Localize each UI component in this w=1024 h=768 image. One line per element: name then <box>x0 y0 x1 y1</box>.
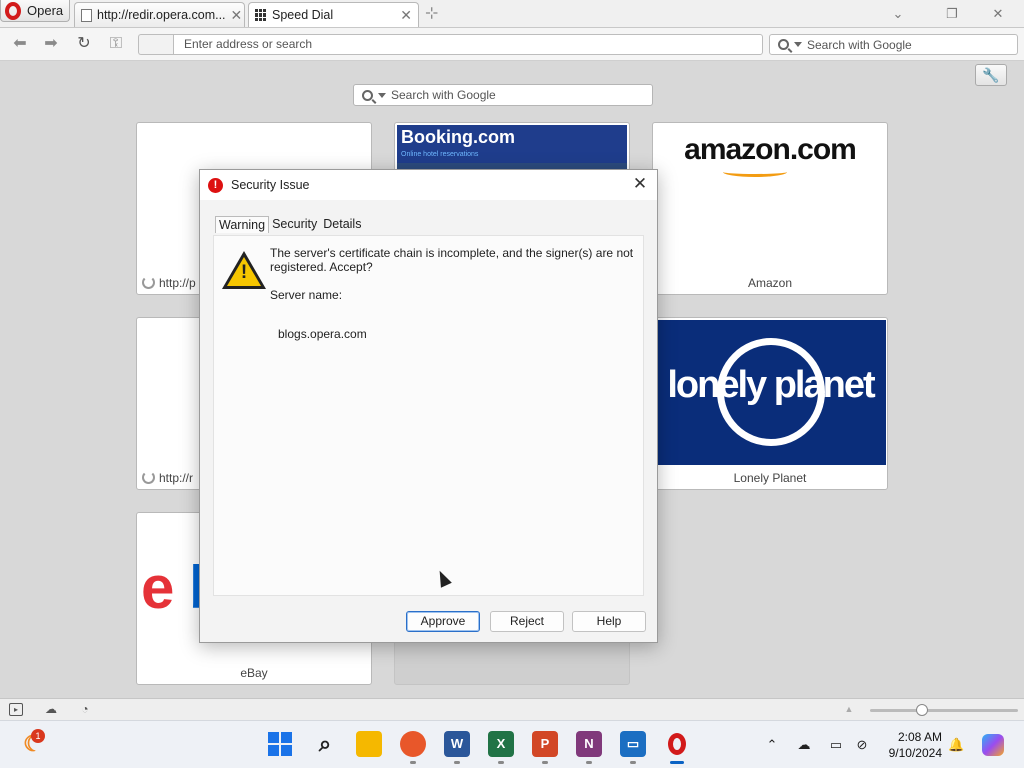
amazon-logo: amazon.com <box>684 133 857 166</box>
restore-window-icon[interactable]: ❐ <box>942 4 962 24</box>
dialog-title: Security Issue <box>231 178 310 192</box>
taskbar: ☾ 1 ⌕ W X P N ▭ ⌃ ☁ ▭ ⊘ 2:08 AM 9/10/202… <box>0 720 1024 768</box>
tab-redirect[interactable]: http://redir.opera.com... ✕ <box>74 2 245 27</box>
system-clock[interactable]: 2:08 AM 9/10/2024 <box>882 729 942 761</box>
navigation-bar: ⬅ ➡ ↻ ⚿ Enter address or search Search w… <box>0 28 1024 61</box>
lonely-planet-thumbnail: lonely planet <box>655 320 886 465</box>
wrench-icon[interactable]: 🔧 <box>975 64 1007 86</box>
tab-speed-dial[interactable]: Speed Dial ✕ <box>248 2 419 27</box>
close-icon[interactable]: ✕ <box>631 175 649 193</box>
onenote-icon[interactable]: N <box>576 731 602 757</box>
search-icon <box>778 39 789 50</box>
speed-dial-tile-amazon[interactable]: amazon.com Amazon <box>652 122 888 295</box>
close-window-icon[interactable]: ✕ <box>988 4 1008 24</box>
word-icon[interactable]: W <box>444 731 470 757</box>
running-indicator <box>586 761 592 764</box>
reject-button[interactable]: Reject <box>490 611 564 632</box>
speed-dial-tile-lonely-planet[interactable]: lonely planet Lonely Planet <box>652 317 888 490</box>
zoom-slider[interactable] <box>870 709 1018 712</box>
opera-logo-icon <box>5 1 21 20</box>
reload-icon[interactable]: ↻ <box>73 34 95 54</box>
tile-label: eBay <box>240 666 268 680</box>
booking-logo: Booking.com Online hotel reservations <box>397 125 627 163</box>
back-icon[interactable]: ⬅ <box>9 34 31 54</box>
notification-bell-icon[interactable]: 🔔 <box>948 737 964 753</box>
tab-security[interactable]: Security <box>269 216 320 233</box>
security-alert-icon: ! <box>208 177 223 193</box>
tile-label: Lonely Planet <box>733 471 807 485</box>
chevron-up-icon[interactable]: ⌃ <box>764 737 780 753</box>
chevron-down-icon[interactable] <box>378 92 386 98</box>
status-bar: ▸ ☁ ◔ ▲ <box>0 698 1024 720</box>
chevron-down-icon[interactable] <box>794 42 802 47</box>
windows-start-icon[interactable] <box>268 731 294 757</box>
opera-taskbar-icon[interactable] <box>664 731 690 757</box>
display-icon[interactable]: ▭ <box>828 737 844 753</box>
help-button[interactable]: Help <box>572 611 646 632</box>
tab-title: Speed Dial <box>272 8 334 22</box>
opera-menu-button[interactable]: Opera <box>0 0 70 22</box>
site-info-button[interactable] <box>138 34 174 55</box>
panel-toggle-icon[interactable]: ▸ <box>9 703 23 716</box>
new-tab-icon[interactable]: ⊹ <box>425 6 441 22</box>
zoom-slider-thumb[interactable] <box>916 704 928 716</box>
tab-bar: Opera http://redir.opera.com... ✕ Speed … <box>0 0 1024 28</box>
onedrive-offline-icon[interactable]: ☁ <box>796 737 812 753</box>
firefox-icon[interactable] <box>400 731 426 757</box>
key-icon[interactable]: ⚿ <box>105 34 127 54</box>
network-icon[interactable]: ⊘ <box>854 737 870 753</box>
warning-panel: ! The server's certificate chain is inco… <box>213 235 644 596</box>
opera-menu-label: Opera <box>27 3 64 18</box>
copilot-icon[interactable] <box>982 734 1004 756</box>
close-tab-icon[interactable]: ✕ <box>400 7 412 24</box>
booking-logo-text: Booking.com <box>401 127 516 147</box>
search-field[interactable]: Search with Google <box>769 34 1018 55</box>
search-placeholder: Search with Google <box>391 88 496 102</box>
speedometer-icon[interactable]: ◔ <box>78 703 92 716</box>
tab-warning[interactable]: Warning <box>215 216 270 233</box>
notification-badge: 1 <box>31 729 45 743</box>
booking-tagline: Online hotel reservations <box>401 151 479 158</box>
forward-icon[interactable]: ➡ <box>40 34 62 54</box>
active-app-indicator <box>670 761 684 764</box>
speed-dial-search-input[interactable]: Search with Google <box>353 84 653 106</box>
cloud-icon[interactable]: ☁ <box>44 703 58 716</box>
amazon-smile-icon <box>723 167 787 177</box>
close-tab-icon[interactable]: ✕ <box>231 7 243 24</box>
address-input[interactable]: Enter address or search <box>173 34 763 55</box>
running-indicator <box>410 761 416 764</box>
lonely-planet-logo: lonely planet <box>667 364 875 406</box>
page-icon <box>81 8 92 22</box>
dialog-title-bar: ! Security Issue ✕ <box>200 170 657 200</box>
search-placeholder: Search with Google <box>807 37 912 52</box>
speed-dial-grid-icon <box>255 9 267 21</box>
search-icon <box>362 89 373 101</box>
security-issue-dialog: ! Security Issue ✕ Warning Security Deta… <box>199 169 658 643</box>
powerpoint-icon[interactable]: P <box>532 731 558 757</box>
remote-desktop-icon[interactable]: ▭ <box>620 731 646 757</box>
server-name-value: blogs.opera.com <box>278 327 367 341</box>
approve-button[interactable]: Approve <box>406 611 480 632</box>
search-icon[interactable]: ⌕ <box>312 731 338 757</box>
running-indicator <box>454 761 460 764</box>
tab-details[interactable]: Details <box>320 216 364 233</box>
tab-title: http://redir.opera.com... <box>97 8 226 22</box>
tab-list-chevron-icon[interactable]: ⌄ <box>888 4 908 24</box>
dialog-tabs: Warning Security Details <box>215 216 364 233</box>
tile-label: Amazon <box>747 276 793 290</box>
clock-date: 9/10/2024 <box>888 746 942 760</box>
zoom-arrow-icon[interactable]: ▲ <box>842 703 856 716</box>
running-indicator <box>498 761 504 764</box>
server-name-label: Server name: <box>270 288 343 302</box>
running-indicator <box>630 761 636 764</box>
excel-icon[interactable]: X <box>488 731 514 757</box>
warning-message: The server's certificate chain is incomp… <box>270 246 634 274</box>
file-explorer-icon[interactable] <box>356 731 382 757</box>
clock-time: 2:08 AM <box>897 730 942 744</box>
running-indicator <box>542 761 548 764</box>
